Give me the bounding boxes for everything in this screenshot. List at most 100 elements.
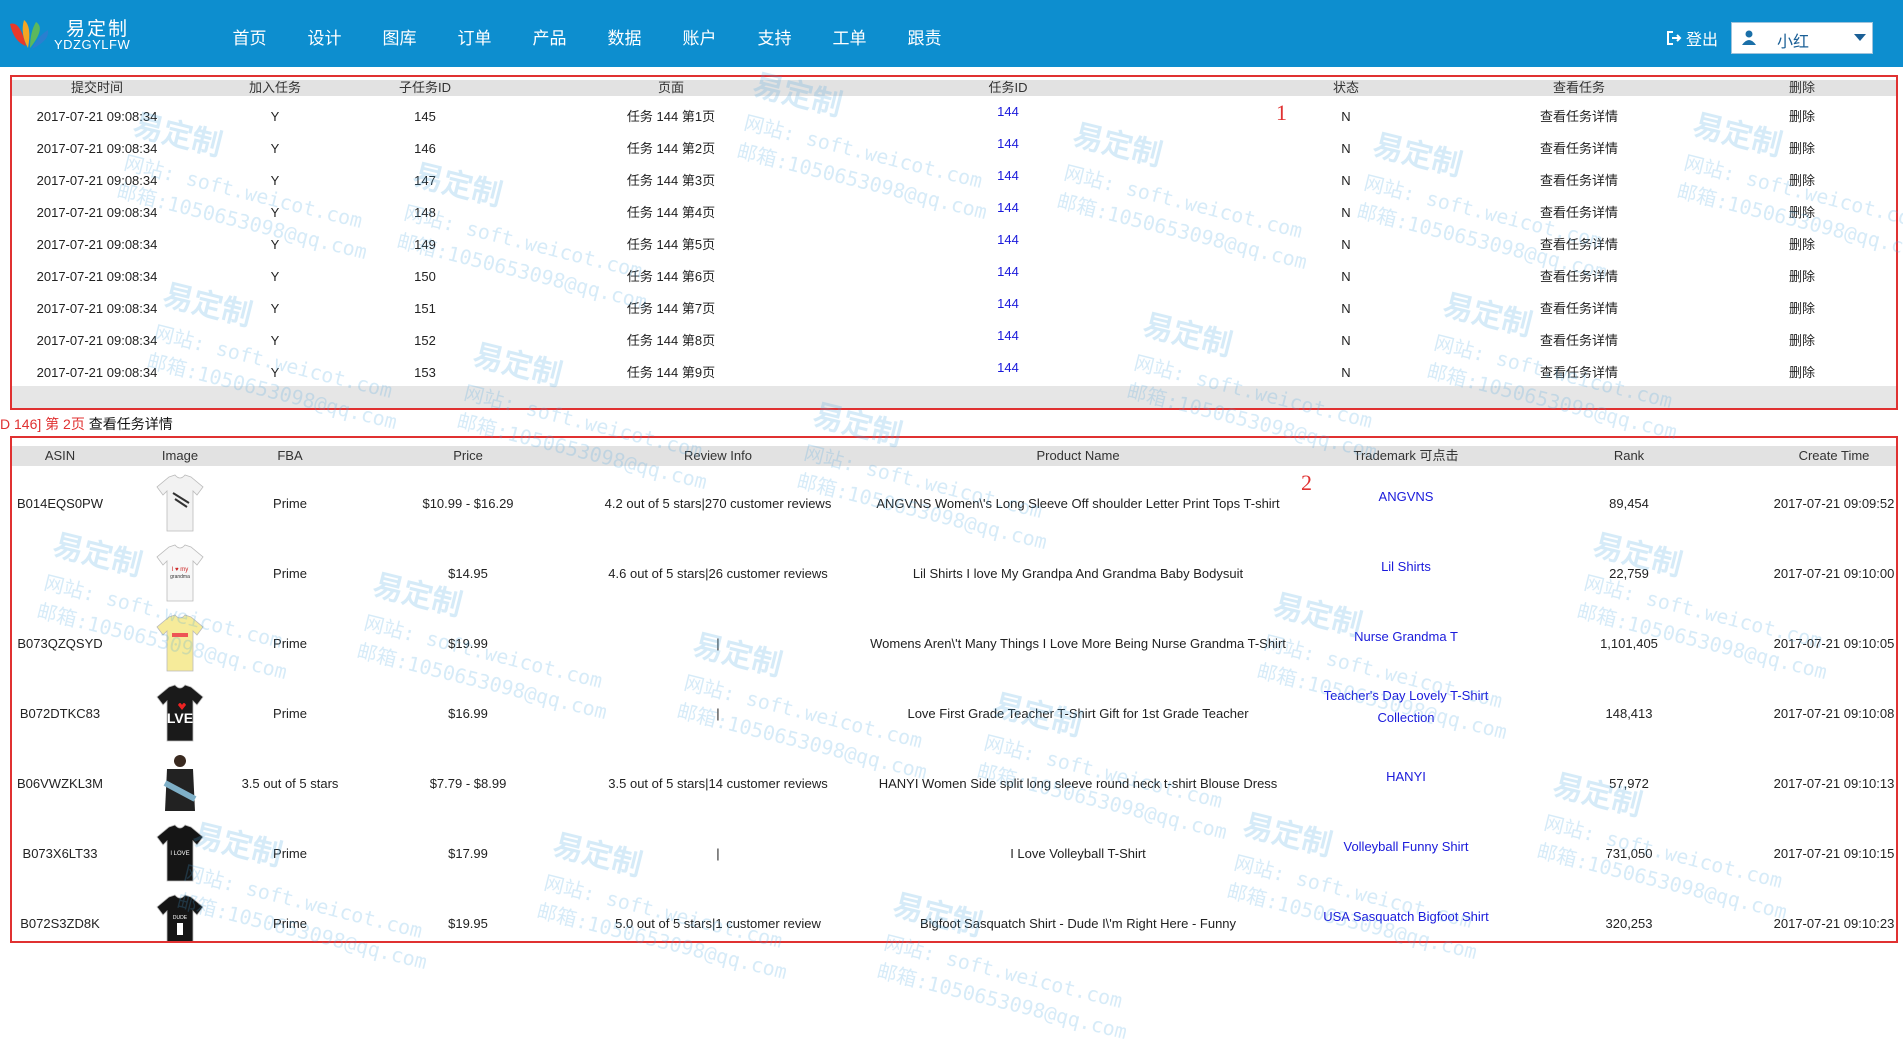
rank: 57,972: [1609, 775, 1649, 791]
logout-button[interactable]: 登出: [1666, 26, 1718, 50]
delete-link[interactable]: 删除: [1789, 325, 1815, 357]
status-value: N: [1341, 301, 1351, 316]
asin: B073X6LT33: [22, 845, 98, 861]
product-image[interactable]: LVE: [155, 678, 205, 748]
task-id-link[interactable]: 144: [997, 160, 1019, 192]
nav-item-support[interactable]: 支持: [737, 0, 812, 67]
product-image[interactable]: I LOVE: [155, 818, 205, 888]
nav-item-gallery[interactable]: 图库: [362, 0, 437, 67]
col-header-product-name: Product Name: [1036, 448, 1120, 463]
nav-item-account[interactable]: 账户: [662, 0, 737, 67]
nav-item-orders[interactable]: 订单: [437, 0, 512, 67]
task-id-link[interactable]: 144: [997, 288, 1019, 320]
view-task-details-link[interactable]: 查看任务详情: [1540, 261, 1618, 293]
trademark-link[interactable]: HANYI: [1311, 742, 1501, 812]
product-thumbnail: LVE: [156, 684, 204, 742]
task-id-link[interactable]: 144: [997, 256, 1019, 288]
view-task-details-link[interactable]: 查看任务详情: [1540, 165, 1618, 197]
task-id-link[interactable]: 144: [997, 128, 1019, 160]
status-value: N: [1341, 365, 1351, 380]
price: $10.99 - $16.29: [422, 495, 514, 511]
rank: 320,253: [1605, 915, 1653, 931]
trademark-link[interactable]: Volleyball Funny Shirt: [1311, 812, 1501, 882]
page-name: 任务 144 第2页: [626, 141, 716, 156]
product-thumbnail: I ♥ mygrandma: [156, 544, 204, 602]
annotation-marker-2: 2: [1301, 470, 1312, 495]
delete-link[interactable]: 删除: [1789, 101, 1815, 133]
view-task-details-link[interactable]: 查看任务详情: [1540, 197, 1618, 229]
delete-link[interactable]: 删除: [1789, 293, 1815, 325]
col-header-delete: 删除: [1788, 80, 1816, 95]
delete-link[interactable]: 删除: [1789, 229, 1815, 261]
annotation-marker-1: 1: [1276, 100, 1287, 125]
table-row: 2017-07-21 09:08:34 Y 151 任务 144 第7页 144…: [12, 293, 1896, 325]
table-row: 2017-07-21 09:08:34 Y 150 任务 144 第6页 144…: [12, 261, 1896, 293]
trademark-link[interactable]: Nurse Grandma T: [1311, 602, 1501, 672]
nav-item-design[interactable]: 设计: [287, 0, 362, 67]
table-row: 2017-07-21 09:08:34 Y 152 任务 144 第8页 144…: [12, 325, 1896, 357]
delete-link[interactable]: 删除: [1789, 165, 1815, 197]
breadcrumb-view-details-link[interactable]: 查看任务详情: [89, 416, 173, 432]
col-header-image: Image: [161, 448, 199, 463]
nav-item-tickets[interactable]: 工单: [812, 0, 887, 67]
view-task-details-link[interactable]: 查看任务详情: [1540, 101, 1618, 133]
view-task-details-link[interactable]: 查看任务详情: [1540, 293, 1618, 325]
rank: 1,101,405: [1600, 635, 1658, 651]
product-image[interactable]: [155, 748, 205, 818]
view-task-details-link[interactable]: 查看任务详情: [1540, 325, 1618, 357]
fba: Prime: [273, 845, 307, 861]
task-id-link[interactable]: 144: [997, 192, 1019, 224]
rank: 89,454: [1609, 495, 1649, 511]
nav-item-tracking[interactable]: 跟责: [887, 0, 962, 67]
view-task-details-link[interactable]: 查看任务详情: [1540, 133, 1618, 165]
delete-link[interactable]: 删除: [1789, 357, 1815, 389]
trademark-link[interactable]: ANGVNS: [1311, 462, 1501, 532]
nav-item-products[interactable]: 产品: [512, 0, 587, 67]
price: $19.95: [448, 915, 488, 931]
delete-link[interactable]: 删除: [1789, 133, 1815, 165]
create-time: 2017-07-21 09:10:08: [1773, 705, 1895, 721]
trademark-link[interactable]: Teacher's Day Lovely T-Shirt Collection: [1311, 672, 1501, 742]
subtask-id: 151: [414, 301, 436, 316]
product-image[interactable]: DUDE: [155, 888, 205, 941]
task-id-link[interactable]: 144: [997, 96, 1019, 128]
table-row: 2017-07-21 09:08:34 Y 153 任务 144 第9页 144…: [12, 357, 1896, 389]
page-name: 任务 144 第6页: [626, 269, 716, 284]
user-menu-dropdown[interactable]: 小红: [1731, 22, 1873, 54]
page-name: 任务 144 第4页: [626, 205, 716, 220]
view-task-details-link[interactable]: 查看任务详情: [1540, 229, 1618, 261]
product-thumbnail: [156, 614, 204, 672]
asin: B072S3ZD8K: [20, 915, 100, 931]
create-time: 2017-07-21 09:10:23: [1773, 915, 1895, 931]
trademark-link[interactable]: Lil Shirts: [1311, 532, 1501, 602]
task-id-link[interactable]: 144: [997, 320, 1019, 352]
svg-text:grandma: grandma: [170, 574, 190, 580]
nav-item-data[interactable]: 数据: [587, 0, 662, 67]
product-name: HANYI Women Side split long sleeve round…: [878, 775, 1278, 791]
create-time: 2017-07-21 09:09:52: [1773, 495, 1895, 511]
breadcrumb: D 146] 第 2页 查看任务详情: [0, 414, 173, 434]
product-image[interactable]: [155, 608, 205, 678]
table-row: 2017-07-21 09:08:34 Y 149 任务 144 第5页 144…: [12, 229, 1896, 261]
price: $14.95: [448, 565, 488, 581]
product-image[interactable]: I ♥ my grandma: [155, 538, 205, 608]
table-row: 2017-07-21 09:08:34 Y 146 任务 144 第2页 144…: [12, 133, 1896, 165]
submit-time: 2017-07-21 09:08:34: [36, 365, 158, 380]
delete-link[interactable]: 删除: [1789, 261, 1815, 293]
product-image[interactable]: [155, 468, 205, 538]
submit-time: 2017-07-21 09:08:34: [36, 141, 158, 156]
view-task-details-link[interactable]: 查看任务详情: [1540, 357, 1618, 389]
delete-link[interactable]: 删除: [1789, 197, 1815, 229]
logo[interactable]: 易定制 YDZGYLFW: [6, 12, 136, 56]
product-name: ANGVNS Women\'s Long Sleeve Off shoulder…: [876, 495, 1280, 511]
task-id-link[interactable]: 144: [997, 224, 1019, 256]
status-value: N: [1341, 205, 1351, 220]
asin: B014EQS0PW: [17, 495, 103, 511]
col-header-price: Price: [453, 448, 483, 463]
user-name: 小红: [1777, 34, 1810, 51]
trademark-link[interactable]: USA Sasquatch Bigfoot Shirt: [1311, 882, 1501, 941]
review-info: |: [716, 635, 720, 651]
task-id-link[interactable]: 144: [997, 352, 1019, 384]
nav-item-home[interactable]: 首页: [212, 0, 287, 67]
product-name: Lil Shirts I love My Grandpa And Grandma…: [912, 565, 1244, 581]
